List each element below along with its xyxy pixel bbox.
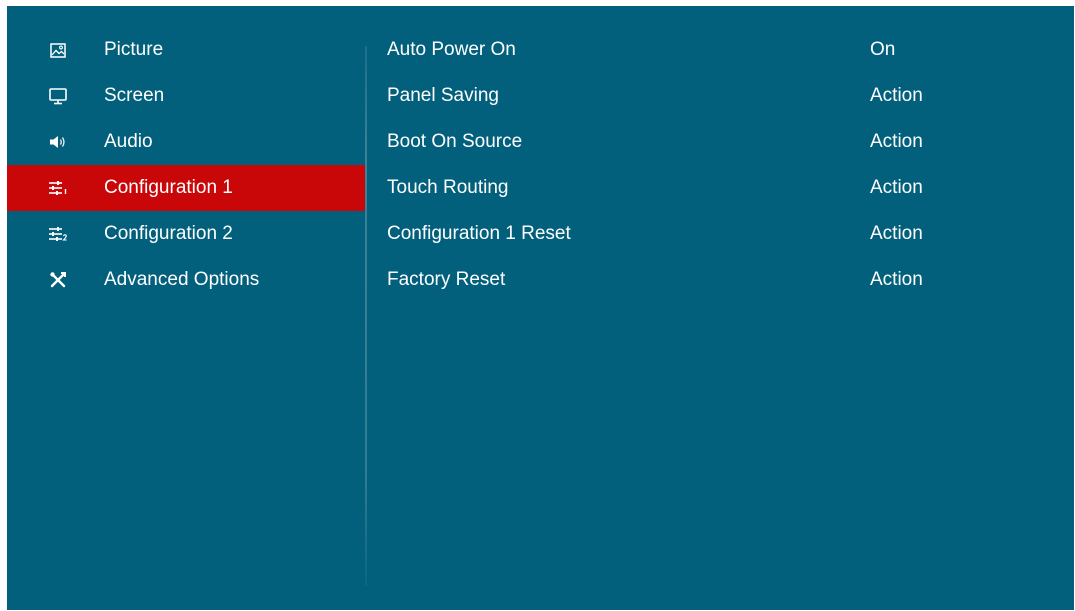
sidebar-item-label: Audio	[104, 131, 153, 152]
setting-label: Boot On Source	[387, 131, 523, 152]
tools-icon	[47, 269, 69, 291]
sidebar-item-advanced-options[interactable]: Advanced Options	[7, 257, 365, 303]
sidebar-item-label: Advanced Options	[104, 269, 260, 290]
setting-value[interactable]: Action	[870, 257, 923, 303]
setting-row-factory-reset[interactable]: Factory Reset Action	[387, 257, 1057, 303]
sidebar-item-label: Configuration 1	[104, 177, 233, 198]
sliders-1-icon	[47, 177, 69, 199]
settings-list: Auto Power On On Panel Saving Action Boo…	[387, 27, 1057, 303]
setting-label: Touch Routing	[387, 177, 509, 198]
sidebar-item-label: Screen	[104, 85, 165, 106]
panel-divider	[365, 46, 367, 586]
sidebar-item-screen[interactable]: Screen	[7, 73, 365, 119]
setting-value[interactable]: Action	[870, 119, 923, 165]
setting-row-configuration-1-reset[interactable]: Configuration 1 Reset Action	[387, 211, 1057, 257]
osd-menu-screen: Picture Screen Audio Configuration 1 Con…	[7, 6, 1074, 610]
sidebar-item-configuration-1[interactable]: Configuration 1	[7, 165, 365, 211]
sidebar-item-configuration-2[interactable]: Configuration 2	[7, 211, 365, 257]
setting-value[interactable]: On	[870, 27, 895, 73]
setting-label: Panel Saving	[387, 85, 499, 106]
setting-value[interactable]: Action	[870, 211, 923, 257]
monitor-icon	[47, 85, 69, 107]
sidebar-item-label: Picture	[104, 39, 164, 60]
setting-value[interactable]: Action	[870, 73, 923, 119]
speaker-icon	[47, 131, 69, 153]
sidebar-menu: Picture Screen Audio Configuration 1 Con…	[7, 27, 365, 303]
setting-row-touch-routing[interactable]: Touch Routing Action	[387, 165, 1057, 211]
setting-row-auto-power-on[interactable]: Auto Power On On	[387, 27, 1057, 73]
setting-row-boot-on-source[interactable]: Boot On Source Action	[387, 119, 1057, 165]
sidebar-item-audio[interactable]: Audio	[7, 119, 365, 165]
picture-icon	[47, 39, 69, 61]
sliders-2-icon	[47, 223, 69, 245]
sidebar-item-label: Configuration 2	[104, 223, 233, 244]
sidebar-item-picture[interactable]: Picture	[7, 27, 365, 73]
setting-label: Configuration 1 Reset	[387, 223, 571, 244]
setting-value[interactable]: Action	[870, 165, 923, 211]
setting-label: Auto Power On	[387, 39, 516, 60]
setting-label: Factory Reset	[387, 269, 506, 290]
setting-row-panel-saving[interactable]: Panel Saving Action	[387, 73, 1057, 119]
